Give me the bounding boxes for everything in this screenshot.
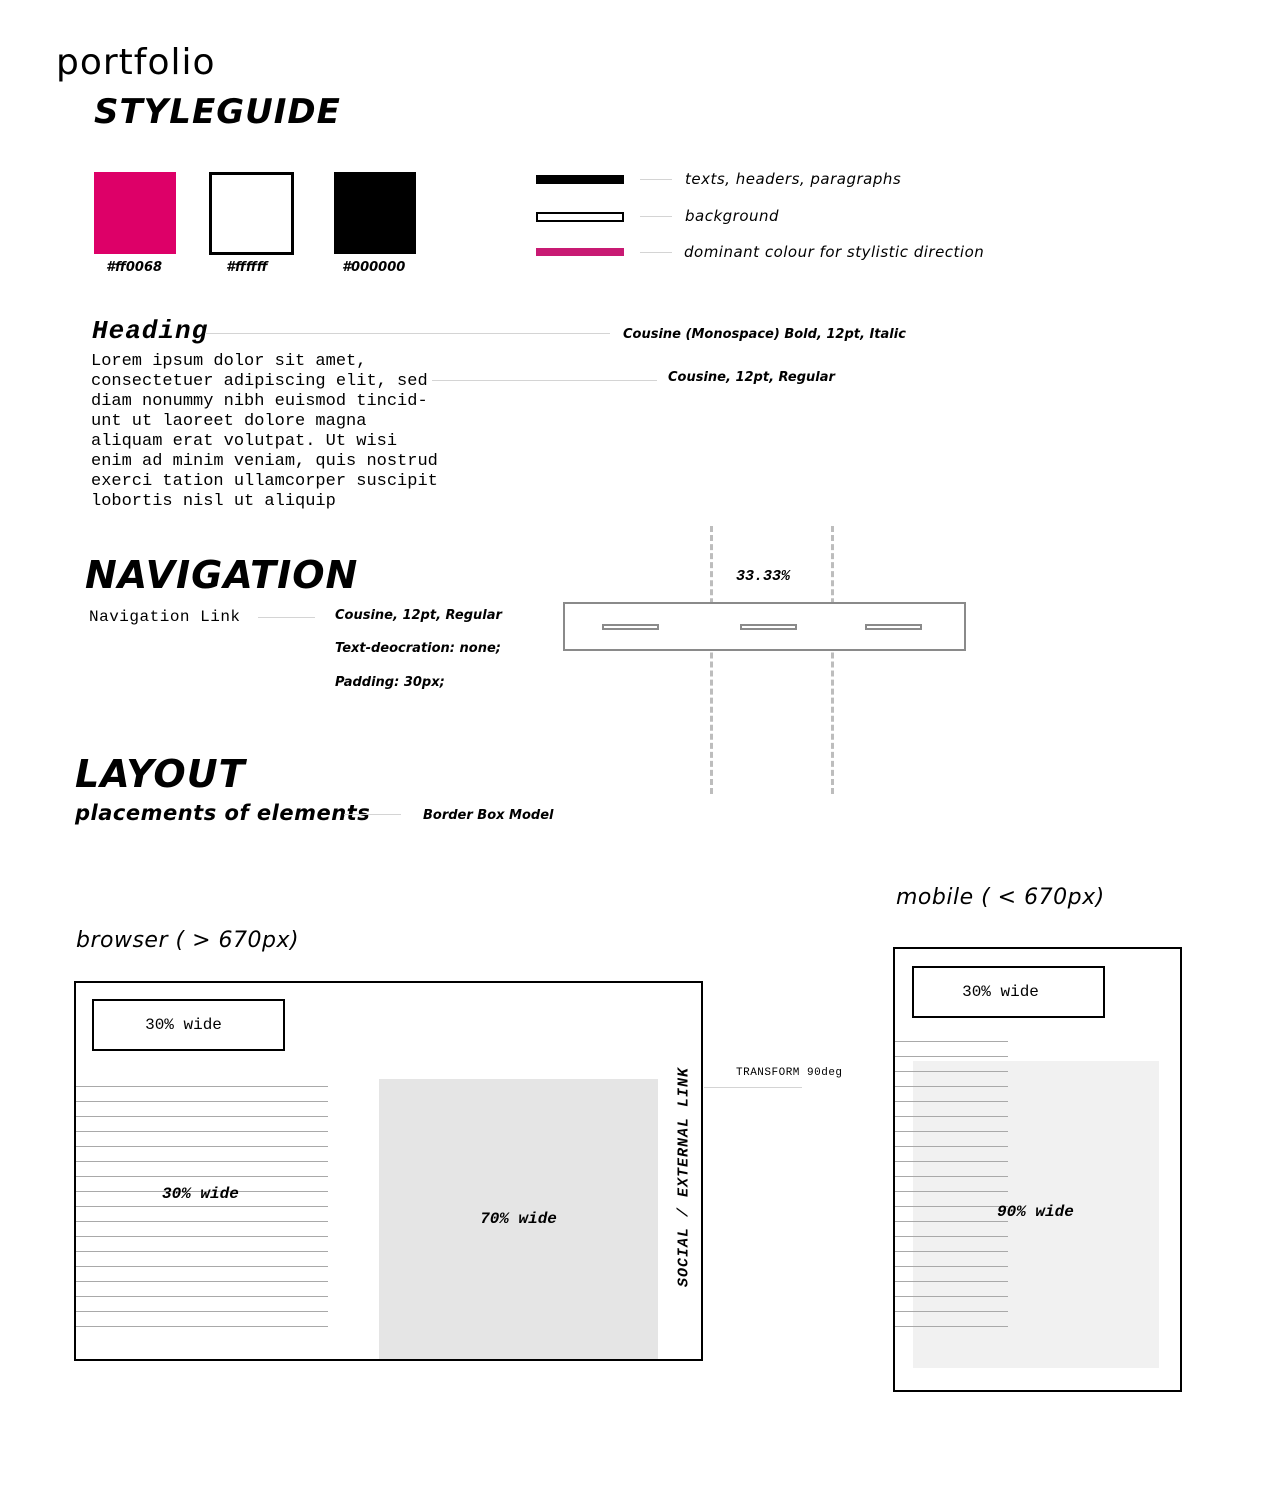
- layout-title: LAYOUT: [75, 752, 246, 796]
- body-sample: Lorem ipsum dolor sit amet, consectetuer…: [91, 352, 438, 511]
- styleguide-title: STYLEGUIDE: [94, 92, 341, 132]
- browser-top-box: 30% wide: [92, 999, 285, 1051]
- column-guide: [710, 526, 713, 794]
- leader-line: [640, 252, 672, 253]
- usage-bar-white: [536, 212, 624, 222]
- transform-note: TRANSFORM 90deg: [736, 1067, 843, 1079]
- nav-spec-font: Cousine, 12pt, Regular: [335, 608, 502, 623]
- browser-text-lines: [76, 1086, 328, 1331]
- browser-left-col-label: 30% wide: [162, 1185, 239, 1203]
- column-guide: [831, 526, 834, 794]
- browser-right-col: 70% wide: [379, 1079, 658, 1359]
- portfolio-title: portfolio: [56, 42, 216, 83]
- browser-side-link: SOCIAL / EXTERNAL LINK: [675, 1066, 693, 1288]
- hex-label-black: #000000: [342, 260, 406, 275]
- leader-line: [432, 380, 657, 381]
- leader-line: [258, 617, 315, 618]
- usage-bar-black: [536, 175, 624, 184]
- nav-column-width: 33.33%: [736, 568, 791, 585]
- navigation-link-sample[interactable]: Navigation Link: [89, 608, 241, 626]
- usage-label-accent: dominant colour for stylistic direction: [684, 243, 985, 261]
- layout-model: Border Box Model: [423, 808, 554, 823]
- heading-sample: Heading: [92, 316, 209, 346]
- usage-label-text: texts, headers, paragraphs: [685, 170, 902, 188]
- nav-spec-decoration: Text-deocration: none;: [335, 641, 501, 656]
- mobile-text-lines: [895, 1041, 1008, 1331]
- browser-caption: browser ( > 670px): [76, 928, 300, 953]
- leader-line: [640, 216, 672, 217]
- mobile-main-label: 90% wide: [997, 1203, 1074, 1221]
- leader-line: [640, 179, 672, 180]
- leader-line: [205, 333, 610, 334]
- nav-item-placeholder: [865, 624, 922, 630]
- hex-label-white: #ffffff: [226, 260, 268, 275]
- hex-label-pink: #ff0068: [106, 260, 163, 275]
- nav-item-placeholder: [602, 624, 659, 630]
- mobile-caption: mobile ( < 670px): [896, 885, 1105, 910]
- usage-label-background: background: [685, 207, 780, 225]
- usage-bar-pink: [536, 248, 624, 256]
- swatch-black: [334, 172, 416, 254]
- swatch-white: [209, 172, 294, 255]
- body-spec: Cousine, 12pt, Regular: [668, 370, 835, 385]
- mobile-top-box: 30% wide: [912, 966, 1105, 1018]
- heading-spec: Cousine (Monospace) Bold, 12pt, Italic: [623, 327, 906, 342]
- layout-subtitle: placements of elements: [75, 801, 371, 825]
- leader-line: [344, 814, 401, 815]
- nav-spec-padding: Padding: 30px;: [335, 675, 445, 690]
- swatch-pink: [94, 172, 176, 254]
- leader-line: [704, 1087, 802, 1088]
- navigation-title: NAVIGATION: [85, 553, 359, 597]
- nav-item-placeholder: [740, 624, 797, 630]
